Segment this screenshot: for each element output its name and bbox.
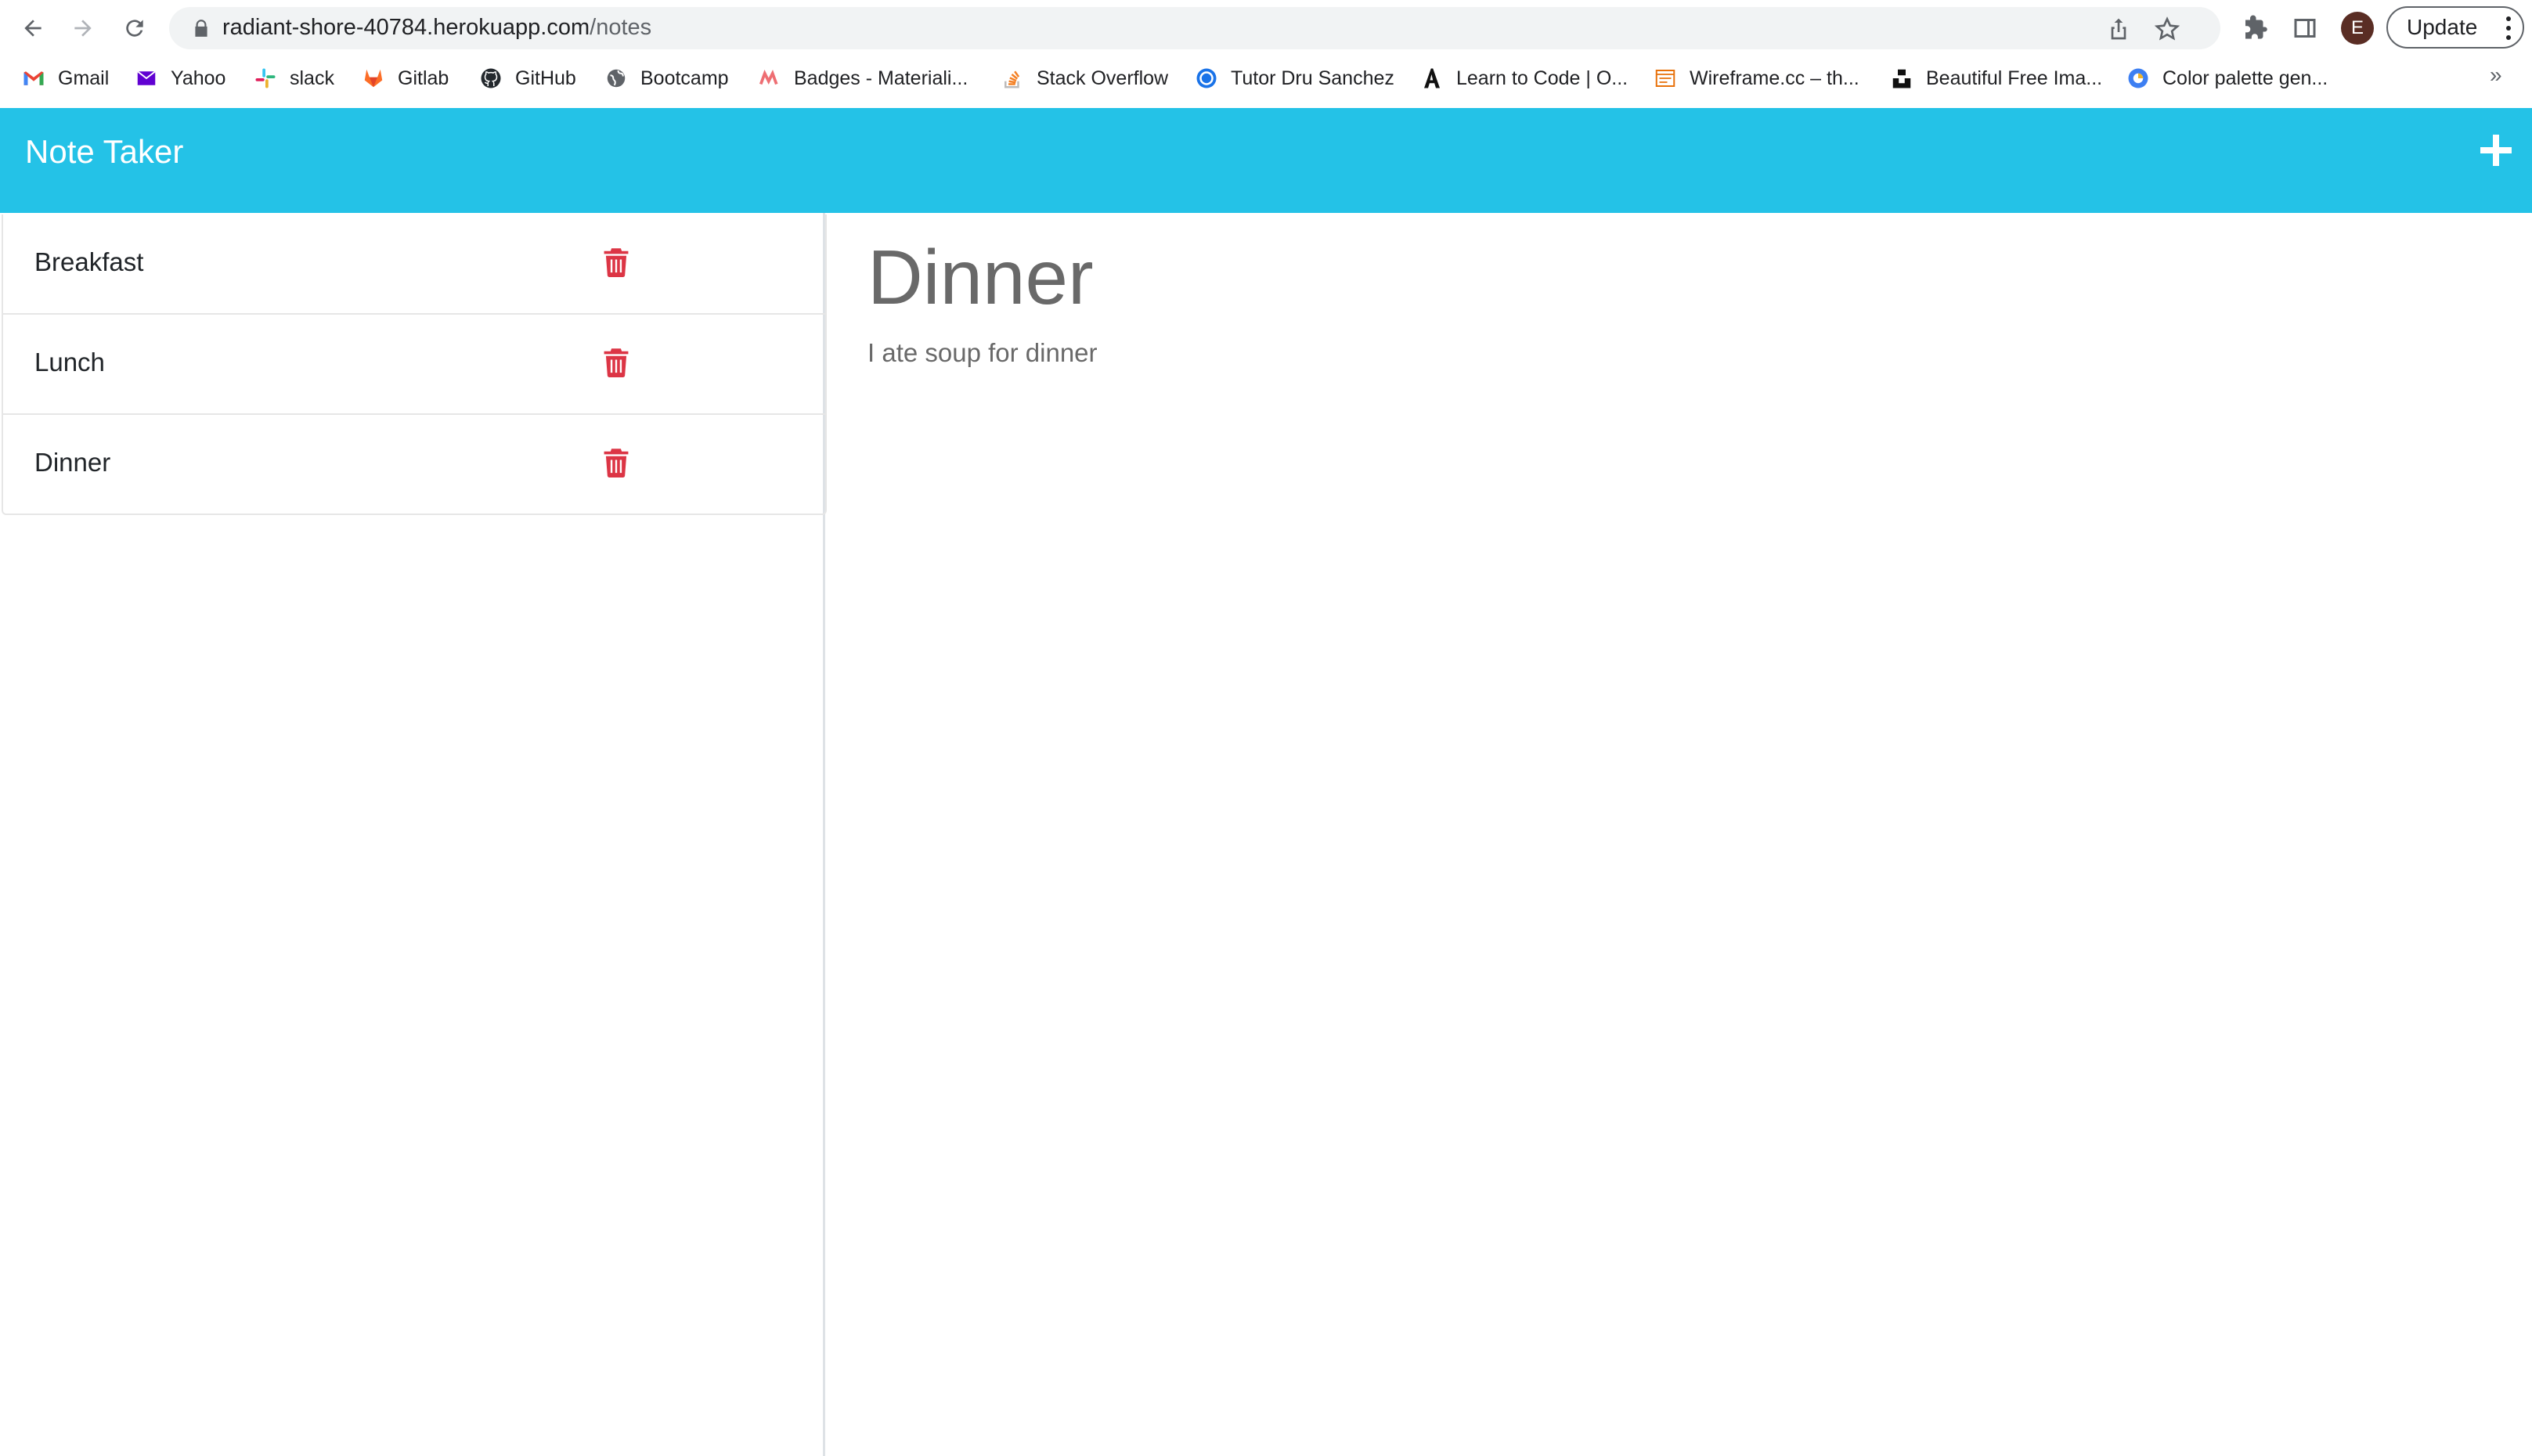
back-button[interactable] xyxy=(14,9,52,47)
bookmark-label: Beautiful Free Ima... xyxy=(1926,67,2103,89)
bookmark-wireframe[interactable]: Wireframe.cc – th... xyxy=(1654,61,1859,96)
bookmark-label: GitHub xyxy=(515,67,576,89)
bookmark-unsplash[interactable]: Beautiful Free Ima... xyxy=(1890,61,2102,96)
extensions-puzzle-icon[interactable] xyxy=(2241,14,2269,42)
stackoverflow-icon xyxy=(1005,70,1020,88)
bookmark-bootcamp[interactable]: Bootcamp xyxy=(604,61,729,96)
bookmark-tutor[interactable]: Tutor Dru Sanchez xyxy=(1195,61,1394,96)
url-host: radiant-shore-40784.herokuapp.com xyxy=(222,15,590,40)
globe-icon xyxy=(607,69,626,88)
more-menu-icon[interactable] xyxy=(2505,16,2512,41)
bookmark-label: Tutor Dru Sanchez xyxy=(1231,67,1394,89)
bookmark-coolors[interactable]: Color palette gen... xyxy=(2126,61,2328,96)
yahoo-icon xyxy=(137,70,156,85)
bookmark-label: slack xyxy=(290,67,334,89)
url-path: /notes xyxy=(590,15,652,40)
trash-icon[interactable] xyxy=(603,448,629,478)
forward-button[interactable] xyxy=(64,9,102,47)
bookmark-label: Badges - Materiali... xyxy=(794,67,968,89)
browser-chrome: radiant-shore-40784.herokuapp.com/notes … xyxy=(0,0,2532,109)
bookmark-badges[interactable]: Badges - Materiali... xyxy=(758,61,968,96)
bookmark-label: Gmail xyxy=(58,67,110,89)
note-title[interactable]: Lunch xyxy=(34,348,105,377)
gitlab-icon xyxy=(364,69,383,88)
slack-icon xyxy=(255,68,276,88)
trash-icon[interactable] xyxy=(603,247,629,277)
bookmark-slack[interactable]: slack xyxy=(254,61,334,96)
note-list: Breakfast Lunch Dinner xyxy=(2,214,827,515)
note-editor: Dinner I ate soup for dinner xyxy=(825,213,2532,1456)
share-icon[interactable] xyxy=(2106,16,2131,41)
bookmark-label: Wireframe.cc – th... xyxy=(1690,67,1859,89)
bookmark-label: Bootcamp xyxy=(640,67,729,89)
unsplash-icon xyxy=(1892,69,1911,88)
bookmarks-overflow-chevron-icon[interactable]: » xyxy=(2490,63,2502,88)
reload-icon xyxy=(126,20,143,37)
gmail-icon xyxy=(23,71,44,85)
app-navbar: Note Taker xyxy=(0,108,2532,213)
coolors-icon xyxy=(2128,68,2148,88)
bookmark-label: Color palette gen... xyxy=(2162,67,2328,89)
address-bar[interactable]: radiant-shore-40784.herokuapp.com/notes xyxy=(169,7,2220,49)
note-title[interactable]: Dinner xyxy=(34,448,110,478)
note-list-item-lunch[interactable]: Lunch xyxy=(3,313,825,413)
profile-avatar[interactable]: E xyxy=(2341,12,2374,45)
bookmark-label: Gitlab xyxy=(398,67,449,89)
bookmark-gitlab[interactable]: Gitlab xyxy=(362,61,449,96)
github-icon xyxy=(481,68,501,88)
wireframe-icon xyxy=(1655,70,1675,87)
circle-icon xyxy=(1196,68,1217,88)
bookmark-learn-to-code[interactable]: Learn to Code | O... xyxy=(1420,61,1628,96)
bookmarks-bar: Gmail Yahoo slack Gitlab GitHub Bootcamp… xyxy=(0,61,2532,96)
note-title-input[interactable]: Dinner xyxy=(867,233,1094,322)
update-button[interactable]: Update xyxy=(2386,6,2524,49)
bookmark-yahoo[interactable]: Yahoo xyxy=(135,61,225,96)
note-list-item-dinner[interactable]: Dinner xyxy=(3,413,825,514)
note-title[interactable]: Breakfast xyxy=(34,247,143,277)
bookmark-github[interactable]: GitHub xyxy=(479,61,576,96)
bookmark-stackoverflow[interactable]: Stack Overflow xyxy=(1001,61,1168,96)
back-arrow-icon xyxy=(24,20,41,37)
note-list-item-breakfast[interactable]: Breakfast xyxy=(3,214,825,313)
trash-icon[interactable] xyxy=(603,348,629,377)
forward-arrow-icon xyxy=(74,20,92,37)
a-logo-icon xyxy=(1424,68,1440,88)
browser-toolbar: radiant-shore-40784.herokuapp.com/notes … xyxy=(0,0,2532,56)
lock-icon xyxy=(195,20,207,37)
bookmark-label: Learn to Code | O... xyxy=(1456,67,1628,89)
materialize-icon xyxy=(759,70,778,85)
bookmark-star-icon[interactable] xyxy=(2155,16,2180,41)
app-brand[interactable]: Note Taker xyxy=(25,133,183,171)
reload-button[interactable] xyxy=(116,9,153,47)
update-label: Update xyxy=(2407,15,2478,39)
side-panel-icon[interactable] xyxy=(2291,14,2319,42)
note-text-area[interactable]: I ate soup for dinner xyxy=(867,338,1098,368)
bookmark-label: Yahoo xyxy=(171,67,226,89)
add-note-plus-icon[interactable] xyxy=(2477,132,2515,169)
notes-sidebar: Breakfast Lunch Dinner xyxy=(0,213,827,1456)
bookmark-label: Stack Overflow xyxy=(1037,67,1169,89)
bookmark-gmail[interactable]: Gmail xyxy=(22,61,109,96)
url-text: radiant-shore-40784.herokuapp.com/notes xyxy=(222,15,651,41)
